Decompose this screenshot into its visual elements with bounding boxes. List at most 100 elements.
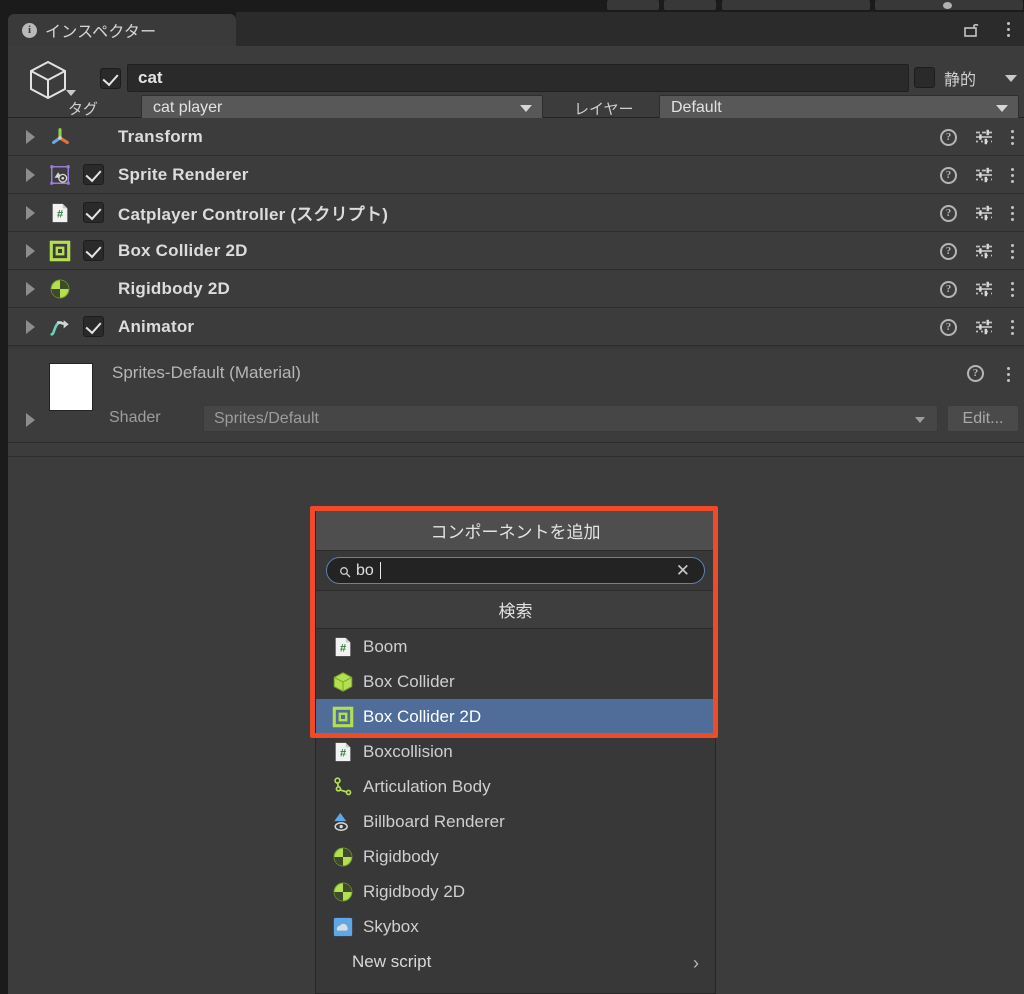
static-checkbox[interactable] (914, 67, 935, 88)
component-name-label: Box Collider 2D (118, 240, 248, 260)
section-separator (8, 443, 1024, 457)
component-row[interactable]: # Catplayer Controller (スクリプト) ? (8, 194, 1024, 232)
cube-icon[interactable] (24, 56, 72, 104)
component-foldout-arrow-icon[interactable] (26, 167, 35, 182)
inspector-menu-kebab-icon[interactable] (1007, 21, 1010, 38)
help-icon[interactable]: ? (940, 242, 957, 260)
static-dropdown-caret-icon[interactable] (1005, 75, 1017, 82)
component-enabled-checkbox (83, 278, 104, 299)
material-foldout-arrow-icon[interactable] (26, 413, 35, 427)
component-result-item[interactable]: Articulation Body (316, 769, 715, 804)
component-result-item[interactable]: Box Collider 2D (316, 699, 715, 734)
component-menu-kebab-icon[interactable] (1011, 281, 1014, 298)
material-menu-kebab-icon[interactable] (1007, 366, 1010, 383)
settings-sliders-icon[interactable] (975, 280, 993, 298)
settings-sliders-icon[interactable] (975, 204, 993, 222)
cs-script-icon: # (332, 636, 354, 658)
settings-sliders-icon[interactable] (975, 166, 993, 184)
svg-text:#: # (57, 208, 63, 220)
gameobject-header: cat 静的 タグ cat player レイヤー Default (8, 46, 1024, 120)
top-toolbar-strip (0, 0, 1024, 12)
help-icon[interactable]: ? (940, 318, 957, 336)
help-icon[interactable]: ? (940, 128, 957, 146)
toolbar-button-3[interactable] (722, 0, 870, 10)
component-row-tools: ? (940, 308, 1014, 346)
component-name-label: Transform (118, 126, 203, 146)
component-name-label: Catplayer Controller (スクリプト) (118, 205, 389, 224)
layer-dropdown[interactable]: Default (659, 95, 1019, 120)
tab-bar-background (236, 12, 1024, 46)
shader-dropdown[interactable]: Sprites/Default (203, 405, 938, 432)
help-icon[interactable]: ? (940, 166, 957, 184)
help-icon[interactable]: ? (940, 280, 957, 298)
component-row[interactable]: Animator ? (8, 308, 1024, 346)
help-icon[interactable]: ? (967, 365, 984, 382)
component-foldout-arrow-icon[interactable] (26, 129, 35, 144)
component-row[interactable]: Rigidbody 2D ? (8, 270, 1024, 308)
component-row[interactable]: Box Collider 2D ? (8, 232, 1024, 270)
component-result-item[interactable]: # Boom (316, 629, 715, 664)
component-result-label: Box Collider (363, 671, 455, 691)
component-result-label: Articulation Body (363, 776, 491, 796)
component-menu-kebab-icon[interactable] (1011, 319, 1014, 336)
component-menu-kebab-icon[interactable] (1011, 167, 1014, 184)
component-name-label: Rigidbody 2D (118, 278, 230, 298)
clear-x-icon[interactable]: ✕ (676, 561, 690, 581)
component-result-label: Rigidbody 2D (363, 881, 466, 901)
component-enabled-checkbox[interactable] (83, 240, 104, 261)
component-enabled-checkbox[interactable] (83, 202, 104, 223)
skybox-icon (332, 916, 354, 938)
tag-dropdown[interactable]: cat player (141, 95, 543, 120)
rigidbody-icon (332, 846, 354, 868)
tag-label: タグ (68, 101, 99, 118)
new-script-item[interactable]: New script › (316, 944, 715, 980)
gameobject-enabled-checkbox[interactable] (100, 68, 121, 89)
settings-sliders-icon[interactable] (975, 318, 993, 336)
toolbar-button-1[interactable] (607, 0, 659, 10)
component-menu-kebab-icon[interactable] (1011, 243, 1014, 260)
component-result-item[interactable]: Rigidbody (316, 839, 715, 874)
component-enabled-checkbox[interactable] (83, 316, 104, 337)
box-collider-icon (332, 671, 354, 693)
svg-text:#: # (340, 642, 346, 654)
shader-edit-button[interactable]: Edit... (947, 405, 1019, 432)
gameobject-name-field[interactable]: cat (127, 64, 909, 92)
static-label: 静的 (944, 72, 977, 89)
component-result-item[interactable]: Box Collider (316, 664, 715, 699)
component-result-item[interactable]: Billboard Renderer (316, 804, 715, 839)
svg-text:#: # (340, 747, 346, 759)
shader-dropdown-value: Sprites/Default (214, 409, 319, 427)
component-row[interactable]: Transform ? (8, 118, 1024, 156)
lock-open-icon[interactable] (962, 20, 980, 38)
add-component-popup-title: コンポーネントを追加 (316, 511, 715, 551)
component-result-item[interactable]: Skybox (316, 909, 715, 944)
animator-icon (49, 316, 71, 338)
chevron-down-icon (915, 417, 925, 423)
component-result-label: Skybox (363, 916, 419, 936)
material-preview-swatch (49, 363, 93, 411)
cube-icon-dropdown-caret[interactable] (66, 90, 76, 96)
component-foldout-arrow-icon[interactable] (26, 205, 35, 220)
chevron-down-icon (520, 104, 532, 112)
sprite-renderer-icon (49, 164, 71, 186)
component-enabled-checkbox[interactable] (83, 164, 104, 185)
component-foldout-arrow-icon[interactable] (26, 243, 35, 258)
help-icon[interactable]: ? (940, 204, 957, 222)
tab-inspector[interactable]: i インスペクター (8, 14, 236, 46)
component-menu-kebab-icon[interactable] (1011, 129, 1014, 146)
component-search-input[interactable]: bo ✕ (326, 557, 705, 584)
add-component-search-row: bo ✕ (316, 551, 715, 591)
component-foldout-arrow-icon[interactable] (26, 281, 35, 296)
component-row-tools: ? (940, 270, 1014, 308)
component-row[interactable]: Sprite Renderer ? (8, 156, 1024, 194)
component-menu-kebab-icon[interactable] (1011, 205, 1014, 222)
toolbar-button-2[interactable] (664, 0, 716, 10)
inspector-tab-bar: i インスペクター (0, 12, 1024, 46)
component-result-item[interactable]: Rigidbody 2D (316, 874, 715, 909)
component-foldout-arrow-icon[interactable] (26, 319, 35, 334)
search-results-header: 検索 (316, 591, 715, 629)
component-result-item[interactable]: # Boxcollision (316, 734, 715, 769)
cs-script-icon: # (332, 741, 354, 763)
settings-sliders-icon[interactable] (975, 242, 993, 260)
settings-sliders-icon[interactable] (975, 128, 993, 146)
